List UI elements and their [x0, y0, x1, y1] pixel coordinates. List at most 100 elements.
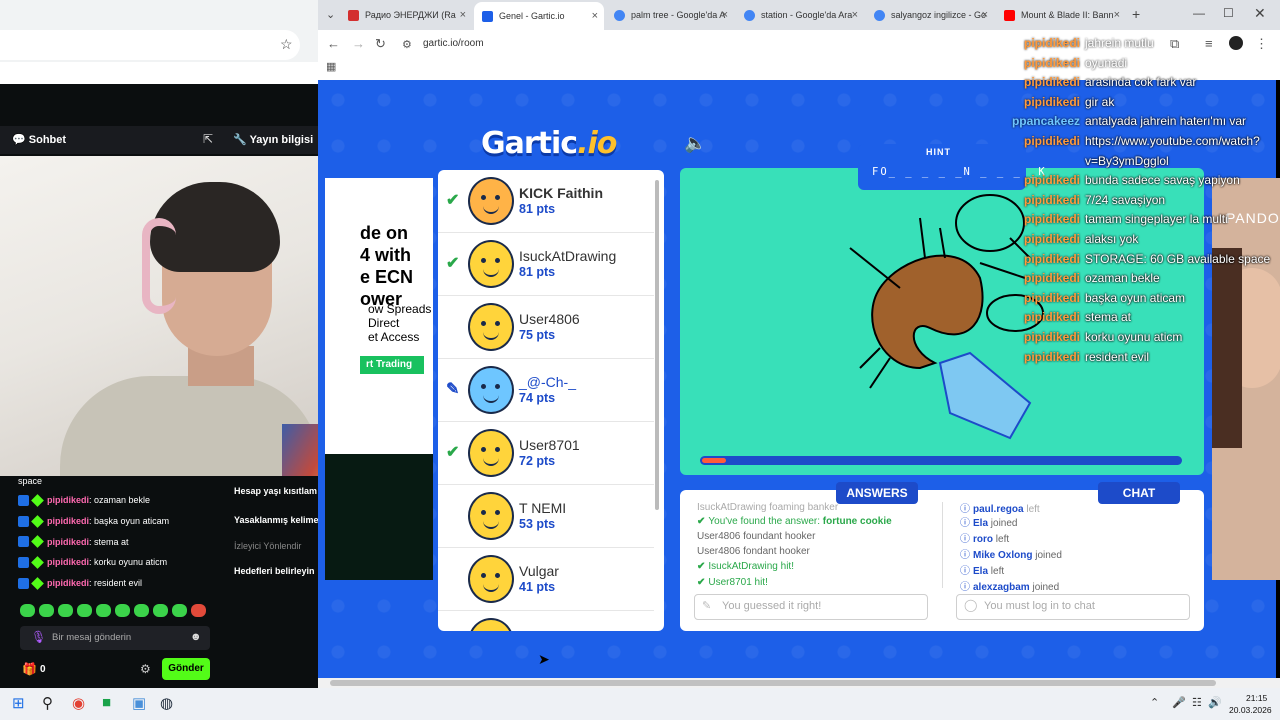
- clock-date[interactable]: 20.03.2026: [1229, 705, 1272, 715]
- bookmark-star-icon[interactable]: ☆: [280, 36, 293, 53]
- stream-info-item[interactable]: İzleyici Yönlendir: [234, 541, 318, 551]
- close-tab-icon[interactable]: ×: [722, 9, 728, 21]
- chat-overflow-text: space: [18, 476, 43, 486]
- maximize-icon[interactable]: ☐: [1223, 6, 1234, 20]
- sub-badge-icon: [31, 514, 44, 528]
- overlay-username: pipidikedi: [1023, 133, 1080, 148]
- stream-info-item[interactable]: Hesap yaşı kısıtlam: [234, 486, 318, 496]
- chrome-icon[interactable]: ◉: [72, 694, 85, 712]
- scrollbar-thumb[interactable]: [330, 680, 1216, 686]
- gear-icon[interactable]: ⚙: [140, 662, 151, 676]
- answer-text: IsuckAtDrawing hit!: [708, 561, 794, 572]
- new-tab-icon[interactable]: +: [1132, 6, 1140, 22]
- search-icon[interactable]: ⚲: [42, 694, 53, 712]
- overlay-text: STORAGE: 60 GB available space: [1085, 251, 1271, 266]
- emote-icon[interactable]: [134, 604, 149, 617]
- browser-tab[interactable]: station - Google'da Ara ×: [736, 4, 864, 26]
- overlay-message: pipidikedi bunda sadece savaş yapiyon: [1010, 171, 1276, 191]
- emote-icon[interactable]: [20, 604, 35, 617]
- close-tab-icon[interactable]: ×: [852, 9, 858, 21]
- popout-icon[interactable]: ⇱: [203, 132, 213, 146]
- player-row[interactable]: ✎ _@-Ch-_ 74 pts: [438, 359, 654, 422]
- browser-tab[interactable]: palm tree - Google'da A ×: [606, 4, 734, 26]
- clock-time[interactable]: 21:15: [1246, 693, 1267, 703]
- emote-icon[interactable]: [115, 604, 130, 617]
- tab-stream-info[interactable]: 🔧 Yayın bilgisi: [233, 133, 313, 146]
- player-row[interactable]: ✔ User8701 72 pts: [438, 422, 654, 485]
- emoji-icon[interactable]: ☻: [190, 631, 202, 643]
- pencil-icon: ✎: [702, 600, 712, 612]
- address-bar[interactable]: gartic.io/room: [423, 38, 484, 49]
- overlay-message: pipidikedi başka oyun aticam: [1010, 289, 1276, 309]
- close-window-icon[interactable]: ✕: [1254, 5, 1266, 22]
- player-row[interactable]: [438, 611, 654, 631]
- tray-chevron-icon[interactable]: ⌃: [1150, 696, 1159, 709]
- close-tab-icon[interactable]: ×: [982, 9, 988, 21]
- player-row[interactable]: T NEMI 53 pts: [438, 485, 654, 548]
- overlay-text: korku oyunu aticm: [1085, 329, 1183, 344]
- emote-bar: [20, 604, 215, 617]
- browser-tab[interactable]: salyangoz ingilizce - Go ×: [866, 4, 994, 26]
- emote-icon[interactable]: [191, 604, 206, 617]
- chat-username[interactable]: pipidikedi: [47, 495, 89, 505]
- stream-info-item[interactable]: Yasaklanmış kelime: [234, 515, 318, 525]
- forward-icon[interactable]: →: [352, 36, 365, 51]
- answer-text: User8701 hit!: [708, 577, 768, 588]
- emote-icon[interactable]: [172, 604, 187, 617]
- apps-grid-icon[interactable]: ▦: [326, 60, 336, 73]
- overlay-username: pipidikedi: [1023, 212, 1080, 227]
- tab-chat[interactable]: 💬 Sohbet: [12, 133, 66, 146]
- player-list-scrollbar[interactable]: [655, 180, 659, 510]
- app-icon[interactable]: ■: [102, 694, 111, 711]
- tab-answers[interactable]: ANSWERS: [836, 482, 918, 504]
- player-row[interactable]: ✔ IsuckAtDrawing 81 pts: [438, 233, 654, 296]
- tab-chat-label: Sohbet: [28, 134, 67, 146]
- player-name: KICK Faithin: [519, 185, 603, 201]
- overlay-username: pipidikedi: [1023, 94, 1080, 109]
- gift-icon[interactable]: 🎁: [22, 662, 37, 676]
- stream-info-item[interactable]: Hedefleri belirleyin: [234, 566, 318, 576]
- steam-icon[interactable]: ◍: [160, 694, 173, 712]
- close-tab-icon[interactable]: ×: [592, 10, 598, 22]
- close-tab-icon[interactable]: ×: [1114, 9, 1120, 21]
- back-icon[interactable]: ←: [327, 36, 340, 51]
- chat-username[interactable]: pipidikedi: [47, 578, 89, 588]
- microphone-tray-icon[interactable]: 🎤: [1172, 696, 1186, 709]
- speaker-icon[interactable]: 🔈: [684, 133, 706, 154]
- windows-start-icon[interactable]: ⊞: [12, 694, 25, 712]
- emote-icon[interactable]: [58, 604, 73, 617]
- logo-suffix: .io: [577, 126, 617, 161]
- left-address-bar[interactable]: [0, 30, 300, 60]
- browser-tab[interactable]: Радио ЭНЕРДЖИ (Ra ×: [340, 4, 472, 26]
- browser-tab-active[interactable]: Genel - Gartic.io ×: [474, 2, 604, 30]
- site-info-icon[interactable]: ⚙: [402, 38, 412, 51]
- emote-icon[interactable]: [39, 604, 54, 617]
- emote-icon[interactable]: [153, 604, 168, 617]
- player-row[interactable]: User4806 75 pts: [438, 296, 654, 359]
- emote-icon[interactable]: [77, 604, 92, 617]
- tab-chat-gartic[interactable]: CHAT: [1098, 482, 1180, 504]
- overlay-username: pipidikedi: [1023, 75, 1080, 90]
- tab-title: salyangoz ingilizce - Go: [891, 10, 987, 20]
- minimize-icon[interactable]: —: [1193, 6, 1205, 20]
- ad-cta-button[interactable]: rt Trading: [360, 356, 424, 374]
- network-icon[interactable]: ☷: [1192, 696, 1202, 709]
- chat-username[interactable]: pipidikedi: [47, 537, 89, 547]
- browser-tab[interactable]: Mount & Blade II: Bann ×: [996, 4, 1126, 26]
- chat-text: stema at: [94, 536, 129, 547]
- app-icon[interactable]: ▣: [132, 694, 146, 712]
- chat-username[interactable]: pipidikedi: [47, 516, 89, 526]
- player-row[interactable]: Vulgar 41 pts: [438, 548, 654, 611]
- overlay-message: pipidikedi alaksı yok: [1010, 230, 1276, 250]
- reload-icon[interactable]: ↻: [375, 36, 386, 52]
- microphone-icon[interactable]: 🎙: [31, 630, 46, 644]
- chat-username[interactable]: pipidikedi: [47, 557, 89, 567]
- tab-search-icon[interactable]: ⌄: [326, 8, 335, 21]
- player-row[interactable]: ✔ KICK Faithin 81 pts: [438, 170, 654, 233]
- emote-icon[interactable]: [96, 604, 111, 617]
- close-tab-icon[interactable]: ×: [460, 9, 466, 21]
- tab-title: Mount & Blade II: Bann: [1021, 10, 1114, 20]
- volume-icon[interactable]: 🔊: [1208, 696, 1222, 709]
- send-button[interactable]: Gönder: [162, 658, 210, 680]
- gartic-logo[interactable]: Gartic.io: [481, 126, 617, 161]
